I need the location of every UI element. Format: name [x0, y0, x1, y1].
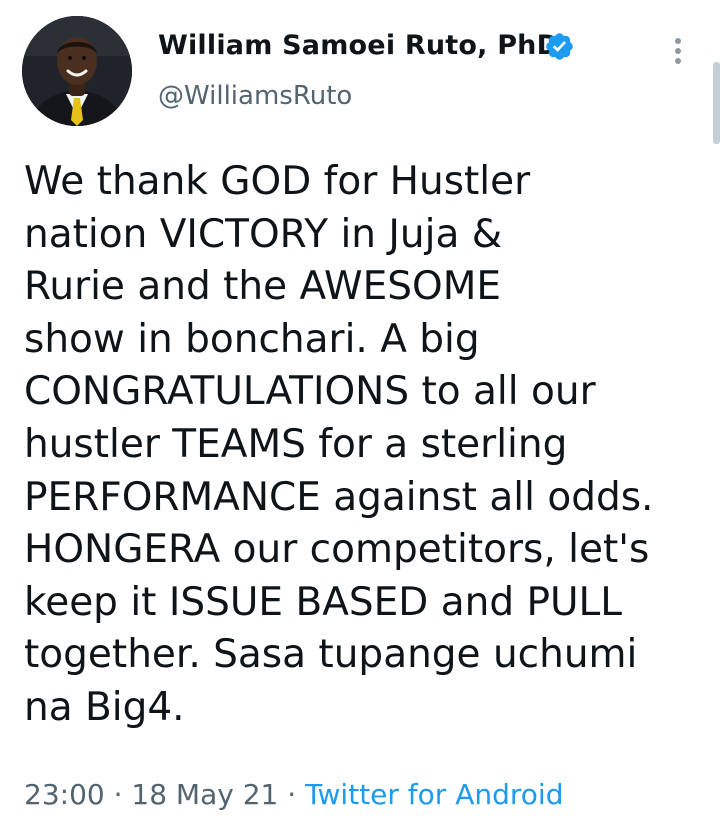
- tweet-text-line: na Big4.: [24, 684, 185, 730]
- tweet-text-line: nation VICTORY in Juja &: [24, 211, 503, 257]
- scrollbar-thumb[interactable]: [713, 62, 720, 144]
- meta-separator: ·: [104, 778, 132, 811]
- tweet-date[interactable]: 18 May 21: [131, 778, 278, 811]
- tweet-text: We thank GOD for Hustler nation VICTORY …: [24, 156, 714, 735]
- tweet-text-line: CONGRATULATIONS to all our: [24, 369, 596, 415]
- meta-separator: ·: [278, 778, 306, 811]
- tweet-text-line: together. Sasa tupange uchumi: [24, 632, 638, 678]
- avatar-photo: [22, 16, 132, 126]
- tweet-time[interactable]: 23:00: [24, 778, 105, 811]
- verified-badge-icon: [546, 33, 573, 60]
- tweet-text-line: We thank GOD for Hustler: [24, 159, 531, 204]
- author-avatar[interactable]: [22, 16, 132, 126]
- tweet-text-line: HONGERA our competitors, let's: [24, 527, 650, 573]
- tweet-text-line: show in bonchari. A big: [24, 316, 480, 362]
- author-handle[interactable]: @WilliamsRuto: [158, 81, 352, 111]
- tweet-text-line: keep it ISSUE BASED and PULL: [24, 579, 623, 625]
- tweet-text-line: PERFORMANCE against all odds.: [24, 474, 654, 520]
- tweet-text-line: Rurie and the AWESOME: [24, 264, 501, 310]
- author-display-name[interactable]: William Samoei Ruto, PhD: [158, 30, 559, 61]
- tweet-source-link[interactable]: Twitter for Android: [305, 778, 563, 811]
- more-vertical-icon[interactable]: [668, 36, 688, 66]
- tweet-metadata: 23:00 · 18 May 21 · Twitter for Android: [24, 778, 563, 811]
- tweet-text-line: hustler TEAMS for a sterling: [24, 421, 568, 467]
